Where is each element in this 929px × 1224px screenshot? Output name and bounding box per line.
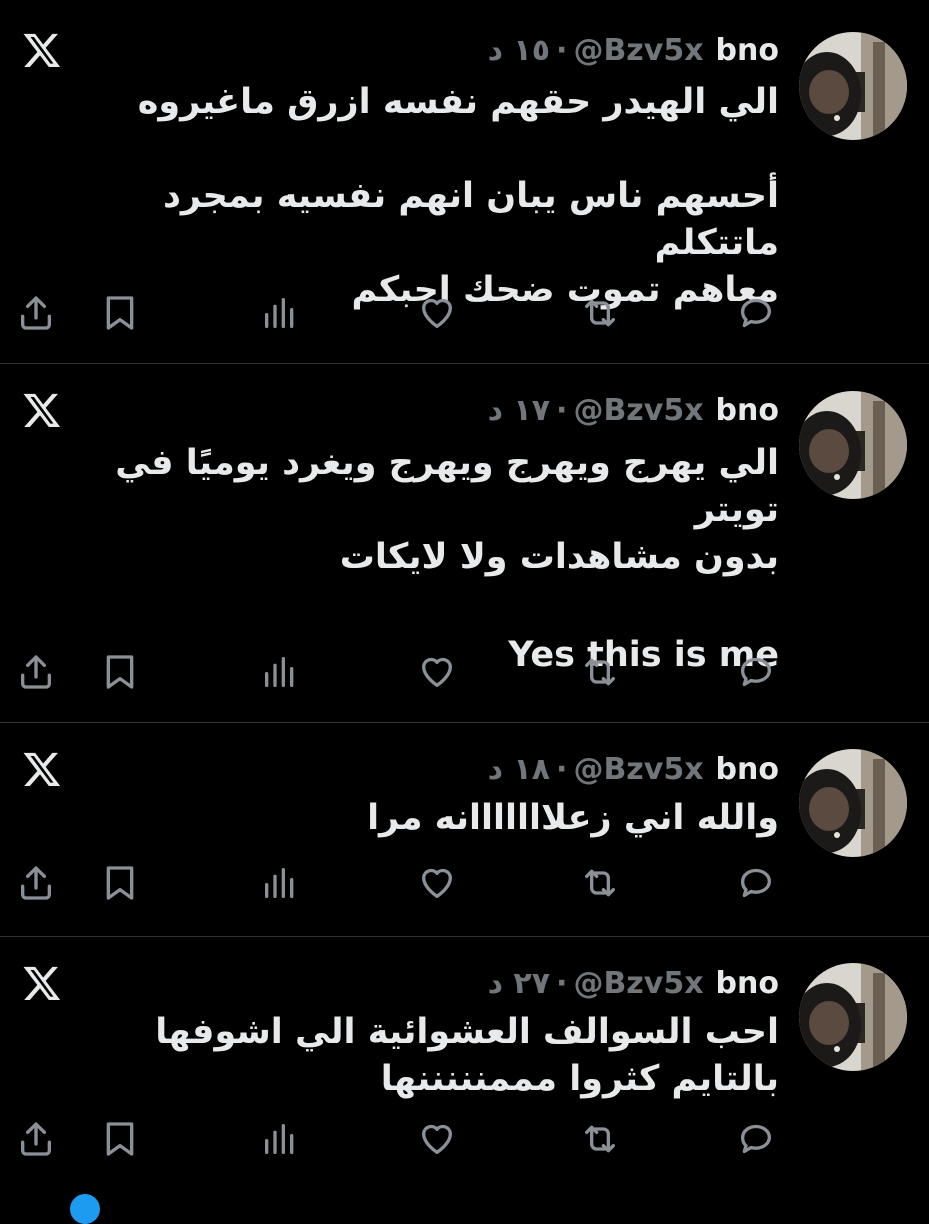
- user-handle[interactable]: @Bzv5x: [573, 966, 703, 1001]
- share-icon[interactable]: [16, 293, 56, 333]
- views-icon[interactable]: [260, 652, 300, 692]
- views-icon[interactable]: [260, 293, 300, 333]
- user-handle[interactable]: @Bzv5x: [573, 752, 703, 787]
- tweet-header: ٢٧ د · @Bzv5x bno: [488, 963, 779, 1003]
- share-icon[interactable]: [16, 652, 56, 692]
- retweet-icon[interactable]: [580, 293, 620, 333]
- bookmark-icon[interactable]: [100, 1119, 140, 1159]
- tweet[interactable]: ١٥ د · @Bzv5x bno الي الهيدر حقهم نفسه ا…: [0, 0, 929, 364]
- separator-dot: ·: [556, 751, 568, 787]
- tweet-line: بالتايم كثروا مممنننننها: [380, 1059, 779, 1099]
- separator-dot: ·: [556, 32, 568, 68]
- tweet-header: ١٨ د · @Bzv5x bno: [488, 749, 779, 789]
- tweet-line: الي الهيدر حقهم نفسه ازرق ماغيروه: [137, 82, 779, 122]
- x-logo-icon: [22, 390, 62, 430]
- separator-dot: ·: [556, 965, 568, 1001]
- share-icon[interactable]: [16, 1119, 56, 1159]
- tweet-text: الي يهرج ويهرج ويهرج ويغرد يوميًا في توي…: [39, 440, 779, 679]
- share-icon[interactable]: [16, 863, 56, 903]
- like-icon[interactable]: [417, 1119, 457, 1159]
- like-icon[interactable]: [417, 863, 457, 903]
- bookmark-icon[interactable]: [100, 652, 140, 692]
- tweet-time[interactable]: ١٨ د: [488, 752, 550, 787]
- reply-icon[interactable]: [736, 652, 776, 692]
- bookmark-icon[interactable]: [100, 863, 140, 903]
- tweet-text: الي الهيدر حقهم نفسه ازرق ماغيروه أحسهم …: [39, 79, 779, 314]
- user-name[interactable]: bno: [716, 752, 779, 787]
- tweet-header: ١٧ د · @Bzv5x bno: [488, 390, 779, 430]
- user-name[interactable]: bno: [716, 966, 779, 1001]
- like-icon[interactable]: [417, 652, 457, 692]
- x-logo-icon: [22, 30, 62, 70]
- like-icon[interactable]: [417, 293, 457, 333]
- x-logo-icon: [22, 963, 62, 1003]
- views-icon[interactable]: [260, 1119, 300, 1159]
- avatar[interactable]: [799, 391, 907, 499]
- tweet-actions: [0, 1119, 929, 1159]
- tweet-line: احب السوالف العشوائية الي اشوفها: [155, 1012, 779, 1052]
- retweet-icon[interactable]: [580, 1119, 620, 1159]
- tweet-text: والله اني زعلااااااانه مرا: [39, 795, 779, 842]
- tweet-line: أحسهم ناس يبان انهم نفسيه بمجرد ماتتكلم: [162, 176, 779, 263]
- reply-icon[interactable]: [736, 863, 776, 903]
- reply-icon[interactable]: [736, 293, 776, 333]
- tweet-actions: [0, 863, 929, 903]
- tweet-line: بدون مشاهدات ولا لايكات: [339, 537, 779, 577]
- partial-avatar: [70, 1194, 100, 1224]
- separator-dot: ·: [556, 392, 568, 428]
- reply-icon[interactable]: [736, 1119, 776, 1159]
- x-logo-icon: [22, 749, 62, 789]
- tweet-time[interactable]: ١٧ د: [488, 393, 550, 428]
- tweet[interactable]: ١٨ د · @Bzv5x bno والله اني زعلااااااانه…: [0, 723, 929, 937]
- retweet-icon[interactable]: [580, 652, 620, 692]
- avatar[interactable]: [799, 32, 907, 140]
- user-handle[interactable]: @Bzv5x: [573, 393, 703, 428]
- tweet-time[interactable]: ٢٧ د: [488, 966, 550, 1001]
- tweet-line: والله اني زعلااااااانه مرا: [367, 798, 779, 838]
- bookmark-icon[interactable]: [100, 293, 140, 333]
- tweet-text: احب السوالف العشوائية الي اشوفها بالتايم…: [39, 1009, 779, 1103]
- views-icon[interactable]: [260, 863, 300, 903]
- retweet-icon[interactable]: [580, 863, 620, 903]
- tweet-actions: [0, 293, 929, 333]
- tweet-header: ١٥ د · @Bzv5x bno: [488, 30, 779, 70]
- user-name[interactable]: bno: [716, 33, 779, 68]
- tweet-actions: [0, 652, 929, 692]
- user-handle[interactable]: @Bzv5x: [573, 33, 703, 68]
- tweet[interactable]: ٢٧ د · @Bzv5x bno احب السوالف العشوائية …: [0, 937, 929, 1200]
- tweet[interactable]: ١٧ د · @Bzv5x bno الي يهرج ويهرج ويهرج و…: [0, 364, 929, 723]
- tweet-time[interactable]: ١٥ د: [488, 33, 550, 68]
- avatar[interactable]: [799, 963, 907, 1071]
- avatar[interactable]: [799, 749, 907, 857]
- user-name[interactable]: bno: [716, 393, 779, 428]
- tweet-line: الي يهرج ويهرج ويهرج ويغرد يوميًا في توي…: [115, 443, 779, 530]
